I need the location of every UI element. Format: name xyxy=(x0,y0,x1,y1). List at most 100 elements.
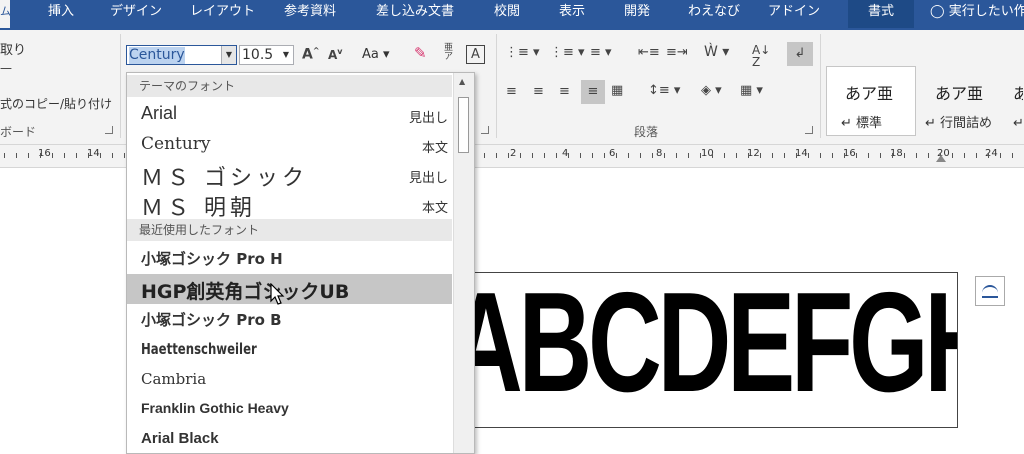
tab-waenabi[interactable]: わえなび xyxy=(688,0,740,28)
font-option-tag: 本文 xyxy=(421,141,448,156)
font-option-name: ＭＳ 明朝 xyxy=(141,196,256,221)
layout-options-button[interactable] xyxy=(975,276,1005,306)
font-option-name: 小塚ゴシック Pro H xyxy=(141,250,283,268)
font-option-century[interactable]: Century 本文 xyxy=(127,129,452,159)
font-size-value[interactable]: 10.5 xyxy=(242,47,273,64)
font-option-franklin-gothic-heavy[interactable]: Franklin Gothic Heavy xyxy=(127,395,452,425)
font-option-cambria[interactable]: Cambria xyxy=(127,365,452,395)
decrease-indent-icon[interactable]: ⇤≡ xyxy=(638,46,660,59)
layout-options-icon-line xyxy=(982,296,998,298)
shrink-font-icon[interactable]: Av xyxy=(328,48,343,62)
font-name-value[interactable]: Century xyxy=(129,47,185,64)
shading-icon[interactable]: ◈ ▾ xyxy=(701,84,722,97)
tab-view[interactable]: 表示 xyxy=(559,0,585,28)
style-name: ↵ 見 xyxy=(1013,116,1024,131)
font-option-haettenschweiler[interactable]: Haettenschweiler xyxy=(127,335,452,365)
phonetic-guide-icon[interactable]: 亜ア xyxy=(444,44,453,62)
font-name-combo[interactable]: Century ▼ xyxy=(126,45,237,65)
style-normal[interactable]: あア亜 ↵ 標準 xyxy=(826,66,916,136)
ruler-tick xyxy=(748,153,749,158)
clipboard-dialog-launcher[interactable] xyxy=(105,126,113,134)
sort-icon[interactable]: A↓ Z xyxy=(752,44,770,68)
ruler-tick xyxy=(112,153,113,158)
font-size-dropdown-arrow[interactable]: ▼ xyxy=(279,46,293,64)
font-dialog-launcher[interactable] xyxy=(481,126,489,134)
ruler-tick xyxy=(856,153,857,158)
tab-home[interactable]: ム xyxy=(0,0,11,28)
font-option-name: Haettenschweiler xyxy=(141,340,257,358)
ruler-tick xyxy=(712,153,713,158)
font-option-kozuka-h[interactable]: 小塚ゴシック Pro H xyxy=(127,243,452,273)
borders-icon[interactable]: ▦ ▾ xyxy=(740,84,763,97)
distributed-icon[interactable]: ▦ xyxy=(611,84,623,97)
ruler-tick xyxy=(4,153,5,158)
font-option-ms-mincho[interactable]: ＭＳ 明朝 本文 xyxy=(127,189,452,221)
style-heading[interactable]: あ ↵ 見 xyxy=(1006,66,1024,136)
asian-layout-icon[interactable]: Ẁ ▾ xyxy=(704,45,729,59)
font-option-name: ＭＳ ゴシック xyxy=(141,166,308,191)
style-sample: あ xyxy=(1013,80,1023,104)
justify-icon[interactable]: ≡ xyxy=(581,80,605,104)
tell-me-box[interactable]: ◯ 実行したい作 xyxy=(930,0,1024,28)
ruler-tick xyxy=(844,153,845,158)
tab-mailings[interactable]: 差し込み文書 xyxy=(376,0,454,28)
style-no-spacing[interactable]: あア亜 ↵ 行間詰め xyxy=(916,66,1006,136)
change-case-label: Aa xyxy=(362,47,379,62)
grow-font-icon[interactable]: A^ xyxy=(302,47,320,62)
text-box-content[interactable]: ABCDEFGH xyxy=(467,273,957,425)
ruler-tick xyxy=(616,153,617,158)
ruler-tick xyxy=(652,153,653,158)
tab-design[interactable]: デザイン xyxy=(110,0,162,28)
ruler-tick xyxy=(868,153,869,158)
font-size-combo[interactable]: 10.5 ▼ xyxy=(239,45,294,65)
character-border-icon[interactable]: A xyxy=(466,45,485,64)
line-spacing-icon[interactable]: ↕≡ ▾ xyxy=(648,84,680,97)
font-dropdown[interactable]: テーマのフォント Arial 見出し Century 本文 ＭＳ ゴシック 見出… xyxy=(126,72,475,454)
clipboard-group-label: ボード xyxy=(0,125,37,139)
font-option-hgp-sokaku[interactable]: HGP創英角ゴシックUB xyxy=(127,274,452,304)
mouse-pointer-icon xyxy=(270,283,285,305)
font-dropdown-scrollbar[interactable]: ▲ xyxy=(453,73,474,453)
font-option-kozuka-b[interactable]: 小塚ゴシック Pro B xyxy=(127,305,452,335)
change-case-button[interactable]: Aa ▾ xyxy=(362,47,390,62)
multilevel-list-icon[interactable]: ≡ ▾ xyxy=(590,46,612,59)
tab-references[interactable]: 参考資料 xyxy=(284,0,336,28)
tab-developer[interactable]: 開発 xyxy=(624,0,650,28)
ruler-tick xyxy=(820,153,821,158)
ruler-tick xyxy=(784,153,785,158)
ruler-tick xyxy=(100,153,101,158)
align-center-icon[interactable]: ≡ xyxy=(533,85,544,98)
ruler-tick xyxy=(928,153,929,158)
ruler-tick xyxy=(124,153,125,158)
bullets-icon[interactable]: ⋮≡ ▾ xyxy=(505,46,540,59)
ruler-tick xyxy=(520,153,521,158)
tab-insert[interactable]: 挿入 xyxy=(48,0,74,28)
font-option-arial[interactable]: Arial 見出し xyxy=(127,99,452,129)
scrollbar-thumb[interactable] xyxy=(458,97,469,153)
copy-button-fragment[interactable]: — xyxy=(0,61,12,75)
format-painter-button[interactable]: 式のコピー/貼り付け xyxy=(0,95,112,112)
tab-review[interactable]: 校閲 xyxy=(494,0,520,28)
text-box[interactable]: ABCDEFGH xyxy=(466,272,958,428)
numbering-icon[interactable]: ⋮≡ ▾ xyxy=(550,46,585,59)
show-hide-marks-icon[interactable]: ↲ xyxy=(787,42,813,66)
font-name-dropdown-arrow[interactable]: ▼ xyxy=(221,46,236,64)
ruler-tick xyxy=(568,153,569,158)
font-option-arial-black[interactable]: Arial Black xyxy=(127,425,452,453)
clear-formatting-icon[interactable]: ✎ xyxy=(414,46,427,61)
ruler-tick xyxy=(964,153,965,158)
scroll-up-arrow-icon[interactable]: ▲ xyxy=(459,77,465,86)
tab-format[interactable]: 書式 xyxy=(848,0,914,28)
font-option-ms-gothic[interactable]: ＭＳ ゴシック 見出し xyxy=(127,159,452,191)
ruler-tick xyxy=(592,153,593,158)
paragraph-dialog-launcher[interactable] xyxy=(805,126,813,134)
right-indent-marker[interactable] xyxy=(936,155,946,162)
font-option-name: Cambria xyxy=(141,370,207,388)
cut-button[interactable]: 取り xyxy=(0,39,26,58)
tab-layout[interactable]: レイアウト xyxy=(190,0,255,28)
ruler-tick xyxy=(892,153,893,158)
increase-indent-icon[interactable]: ≡⇥ xyxy=(666,46,688,59)
align-right-icon[interactable]: ≡ xyxy=(559,85,570,98)
tab-addins[interactable]: アドイン xyxy=(768,0,820,28)
align-left-icon[interactable]: ≡ xyxy=(506,85,517,98)
